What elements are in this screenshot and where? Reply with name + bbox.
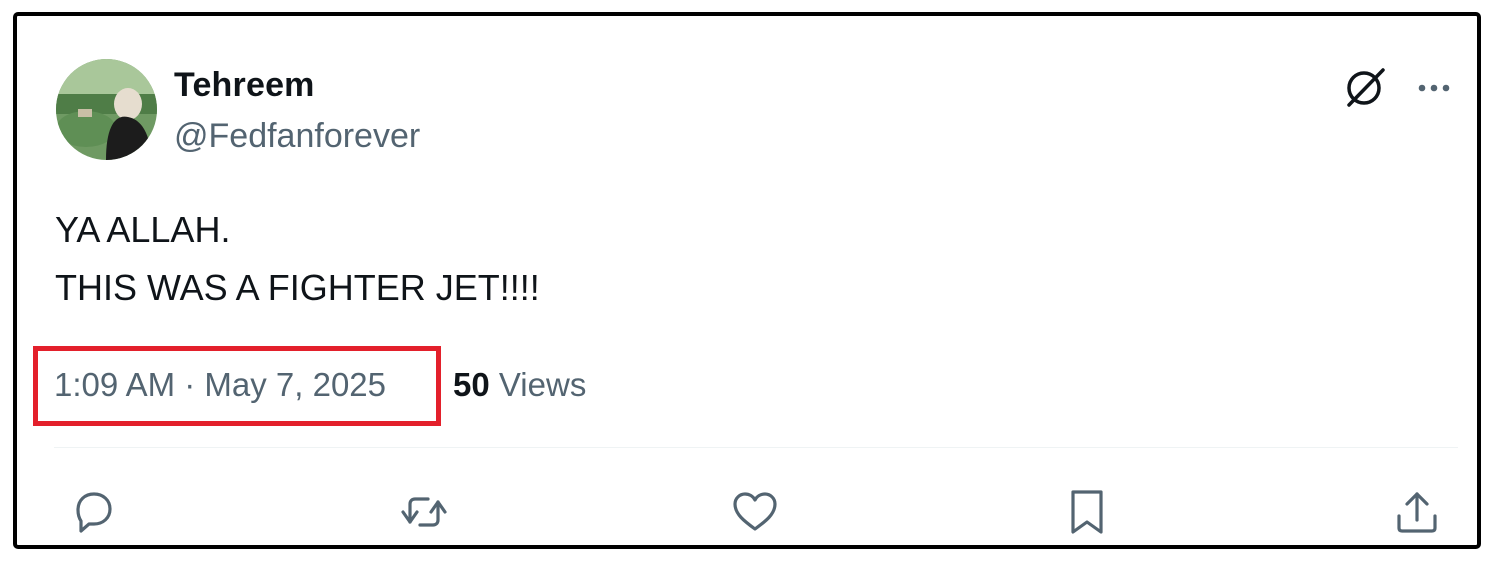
views-count: 50 [453, 366, 490, 403]
like-icon [733, 492, 777, 531]
retweet-icon [401, 497, 447, 527]
tweet-text: YA ALLAH. THIS WAS A FIGHTER JET!!!! [55, 201, 540, 317]
share-icon [1397, 492, 1437, 533]
like-button[interactable] [729, 486, 781, 538]
grok-icon[interactable] [1343, 64, 1389, 110]
more-icon[interactable] [1414, 73, 1454, 103]
reply-icon [76, 492, 112, 533]
tweet-text-line: THIS WAS A FIGHTER JET!!!! [55, 267, 540, 308]
avatar[interactable] [56, 59, 157, 160]
views-label: Views [498, 366, 587, 403]
divider [54, 447, 1458, 448]
reply-button[interactable] [67, 486, 119, 538]
tweet-card: Tehreem @Fedfanforever YA ALLAH. THIS WA… [13, 12, 1481, 549]
display-name[interactable]: Tehreem [174, 66, 315, 105]
timestamp[interactable]: 1:09 AM · May 7, 2025 [54, 366, 386, 404]
bookmark-icon [1071, 490, 1103, 534]
user-handle[interactable]: @Fedfanforever [174, 117, 420, 156]
retweet-button[interactable] [398, 486, 450, 538]
views-stat: 50 Views [453, 366, 586, 404]
tweet-text-line: YA ALLAH. [55, 209, 231, 250]
bookmark-button[interactable] [1061, 486, 1113, 538]
share-button[interactable] [1391, 486, 1443, 538]
